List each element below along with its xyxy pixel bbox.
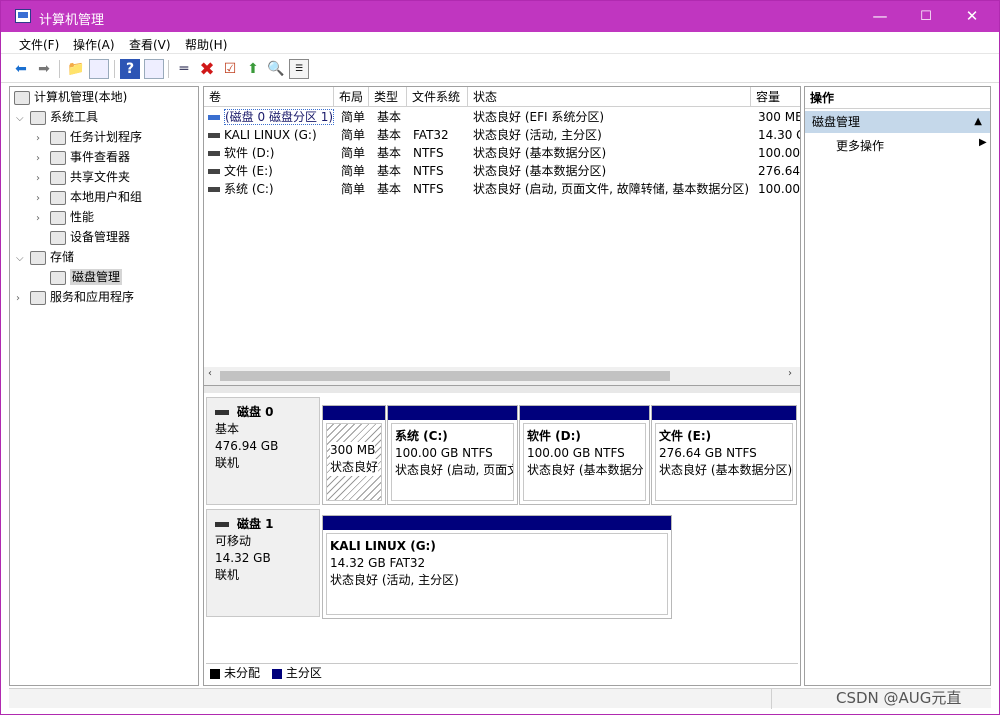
partition-d[interactable]: 软件 (D:) 100.00 GB NTFS 状态良好 (基本数据分 [519, 405, 650, 505]
device-manager-icon [50, 230, 66, 245]
pane-splitter[interactable] [204, 385, 800, 393]
volume-row[interactable]: 软件 (D:) 简单 基本 NTFS 状态良好 (基本数据分区) 100.00 [204, 144, 800, 162]
scroll-thumb[interactable] [220, 371, 670, 381]
menu-file[interactable]: 文件(F) [19, 36, 59, 53]
computer-icon [14, 90, 30, 105]
tree-item-performance[interactable]: › 性能 [36, 207, 94, 227]
tree-item-device-manager[interactable]: 设备管理器 [50, 227, 130, 247]
expand-icon[interactable]: › [16, 289, 30, 309]
disk-icon [215, 522, 229, 527]
menu-help[interactable]: 帮助(H) [185, 36, 227, 53]
event-viewer-icon [50, 150, 66, 165]
maximize-button[interactable]: ☐ [903, 1, 949, 32]
expand-icon[interactable]: › [36, 129, 50, 149]
back-arrow-icon[interactable]: ⬅ [11, 59, 31, 79]
disk-management-icon [50, 270, 66, 285]
legend: 未分配 主分区 [206, 663, 798, 681]
expand-icon[interactable]: › [36, 169, 50, 189]
tree-root[interactable]: 计算机管理(本地) [14, 87, 127, 107]
toolbar: ⬅ ➡ 📁 ? ═ ✖ ☑ ⬆ 🔍 ☰ [1, 54, 999, 83]
volume-icon [208, 115, 220, 120]
up-folder-icon[interactable]: 📁 [66, 59, 86, 79]
actions-pane: 操作 磁盘管理 ▲ 更多操作 ▶ [804, 86, 991, 686]
volume-icon [208, 187, 220, 192]
volume-row[interactable]: 系统 (C:) 简单 基本 NTFS 状态良好 (启动, 页面文件, 故障转储,… [204, 180, 800, 198]
col-type[interactable]: 类型 [369, 87, 407, 107]
volume-icon [208, 169, 220, 174]
window-title: 计算机管理 [39, 13, 105, 28]
partition-c[interactable]: 系统 (C:) 100.00 GB NTFS 状态良好 (启动, 页面文 [387, 405, 518, 505]
actions-header: 操作 [805, 87, 990, 109]
menu-view[interactable]: 查看(V) [129, 36, 171, 53]
console-tree-icon[interactable] [144, 59, 164, 79]
volume-row[interactable]: 文件 (E:) 简单 基本 NTFS 状态良好 (基本数据分区) 276.64 [204, 162, 800, 180]
tree-system-tools[interactable]: ⌵ 系统工具 [16, 107, 98, 127]
volume-row[interactable]: (磁盘 0 磁盘分区 1) 简单 基本 状态良好 (EFI 系统分区) 300 … [204, 108, 800, 126]
connect-icon[interactable]: ═ [174, 59, 194, 79]
volume-icon [208, 133, 220, 138]
collapse-icon[interactable]: ⌵ [16, 249, 30, 269]
minimize-button[interactable]: — [857, 1, 903, 32]
console-tree: 计算机管理(本地) ⌵ 系统工具 › 任务计划程序 › 事件查看器 › 共享文件夹 › 本… [9, 86, 199, 686]
actions-disk-management[interactable]: 磁盘管理 ▲ [805, 111, 990, 133]
tools-icon [30, 110, 46, 125]
storage-icon [30, 250, 46, 265]
close-button[interactable]: ✕ [949, 1, 995, 32]
scroll-right-icon[interactable]: › [788, 368, 792, 379]
col-volume[interactable]: 卷 [204, 87, 334, 107]
expand-icon[interactable]: › [36, 149, 50, 169]
show-hide-tree-icon[interactable] [89, 59, 109, 79]
tree-item-task-scheduler[interactable]: › 任务计划程序 [36, 127, 142, 147]
disk-icon [215, 410, 229, 415]
computer-management-window: 计算机管理 — ☐ ✕ 文件(F) 操作(A) 查看(V) 帮助(H) ⬅ ➡ … [0, 0, 1000, 715]
disk-management-pane: 卷 布局 类型 文件系统 状态 容量 (磁盘 0 磁盘分区 1) 简单 基本 状… [203, 86, 801, 686]
collapse-icon[interactable]: ⌵ [16, 109, 30, 129]
scroll-left-icon[interactable]: ‹ [208, 368, 212, 379]
disk-graph-view: 磁盘 0 基本 476.94 GB 联机 300 MB 状态良好 系统 (C:)… [204, 393, 800, 683]
primary-swatch [271, 668, 282, 679]
col-filesystem[interactable]: 文件系统 [407, 87, 468, 107]
disk-1-label[interactable]: 磁盘 1 可移动 14.32 GB 联机 [206, 509, 320, 617]
tree-services-apps[interactable]: › 服务和应用程序 [16, 287, 134, 307]
delete-icon[interactable]: ✖ [197, 59, 217, 80]
partition-e[interactable]: 文件 (E:) 276.64 GB NTFS 状态良好 (基本数据分区) [651, 405, 797, 505]
view-settings-icon[interactable]: ☰ [289, 59, 309, 79]
volume-list-header: 卷 布局 类型 文件系统 状态 容量 [204, 87, 800, 107]
tree-item-local-users[interactable]: › 本地用户和组 [36, 187, 142, 207]
tree-item-event-viewer[interactable]: › 事件查看器 [36, 147, 130, 167]
disk-0-label[interactable]: 磁盘 0 基本 476.94 GB 联机 [206, 397, 320, 505]
volume-icon [208, 151, 220, 156]
unallocated-swatch [210, 668, 220, 679]
computer-management-icon [15, 9, 31, 23]
col-capacity[interactable]: 容量 [751, 87, 800, 107]
title-bar: 计算机管理 — ☐ ✕ [1, 1, 999, 32]
properties-icon[interactable]: ☑ [220, 59, 240, 79]
help-icon[interactable]: ? [120, 59, 140, 79]
shared-folder-icon [50, 170, 66, 185]
services-icon [30, 290, 46, 305]
users-icon [50, 190, 66, 205]
clock-icon [50, 130, 66, 145]
expand-icon[interactable]: › [36, 189, 50, 209]
col-layout[interactable]: 布局 [334, 87, 369, 107]
tree-disk-management[interactable]: 磁盘管理 [50, 267, 123, 287]
menu-action[interactable]: 操作(A) [73, 36, 115, 53]
collapse-up-icon[interactable]: ▲ [974, 111, 982, 133]
watermark: CSDN @AUG元直 [836, 689, 962, 707]
volume-row[interactable]: KALI LINUX (G:) 简单 基本 FAT32 状态良好 (活动, 主分… [204, 126, 800, 144]
partition-g[interactable]: KALI LINUX (G:) 14.32 GB FAT32 状态良好 (活动,… [322, 515, 672, 619]
more-actions[interactable]: 更多操作 [836, 137, 884, 154]
expand-icon[interactable]: › [36, 209, 50, 229]
forward-arrow-icon[interactable]: ➡ [34, 59, 54, 79]
tree-item-shared-folders[interactable]: › 共享文件夹 [36, 167, 130, 187]
submenu-arrow-icon[interactable]: ▶ [979, 137, 987, 148]
tree-storage[interactable]: ⌵ 存储 [16, 247, 74, 267]
partition-efi[interactable]: 300 MB 状态良好 [322, 405, 386, 505]
export-icon[interactable]: ⬆ [243, 59, 263, 79]
col-status[interactable]: 状态 [468, 87, 751, 107]
performance-icon [50, 210, 66, 225]
search-icon[interactable]: 🔍 [266, 59, 286, 79]
horizontal-scrollbar[interactable]: ‹ › [204, 367, 800, 385]
menu-bar: 文件(F) 操作(A) 查看(V) 帮助(H) [1, 32, 999, 54]
